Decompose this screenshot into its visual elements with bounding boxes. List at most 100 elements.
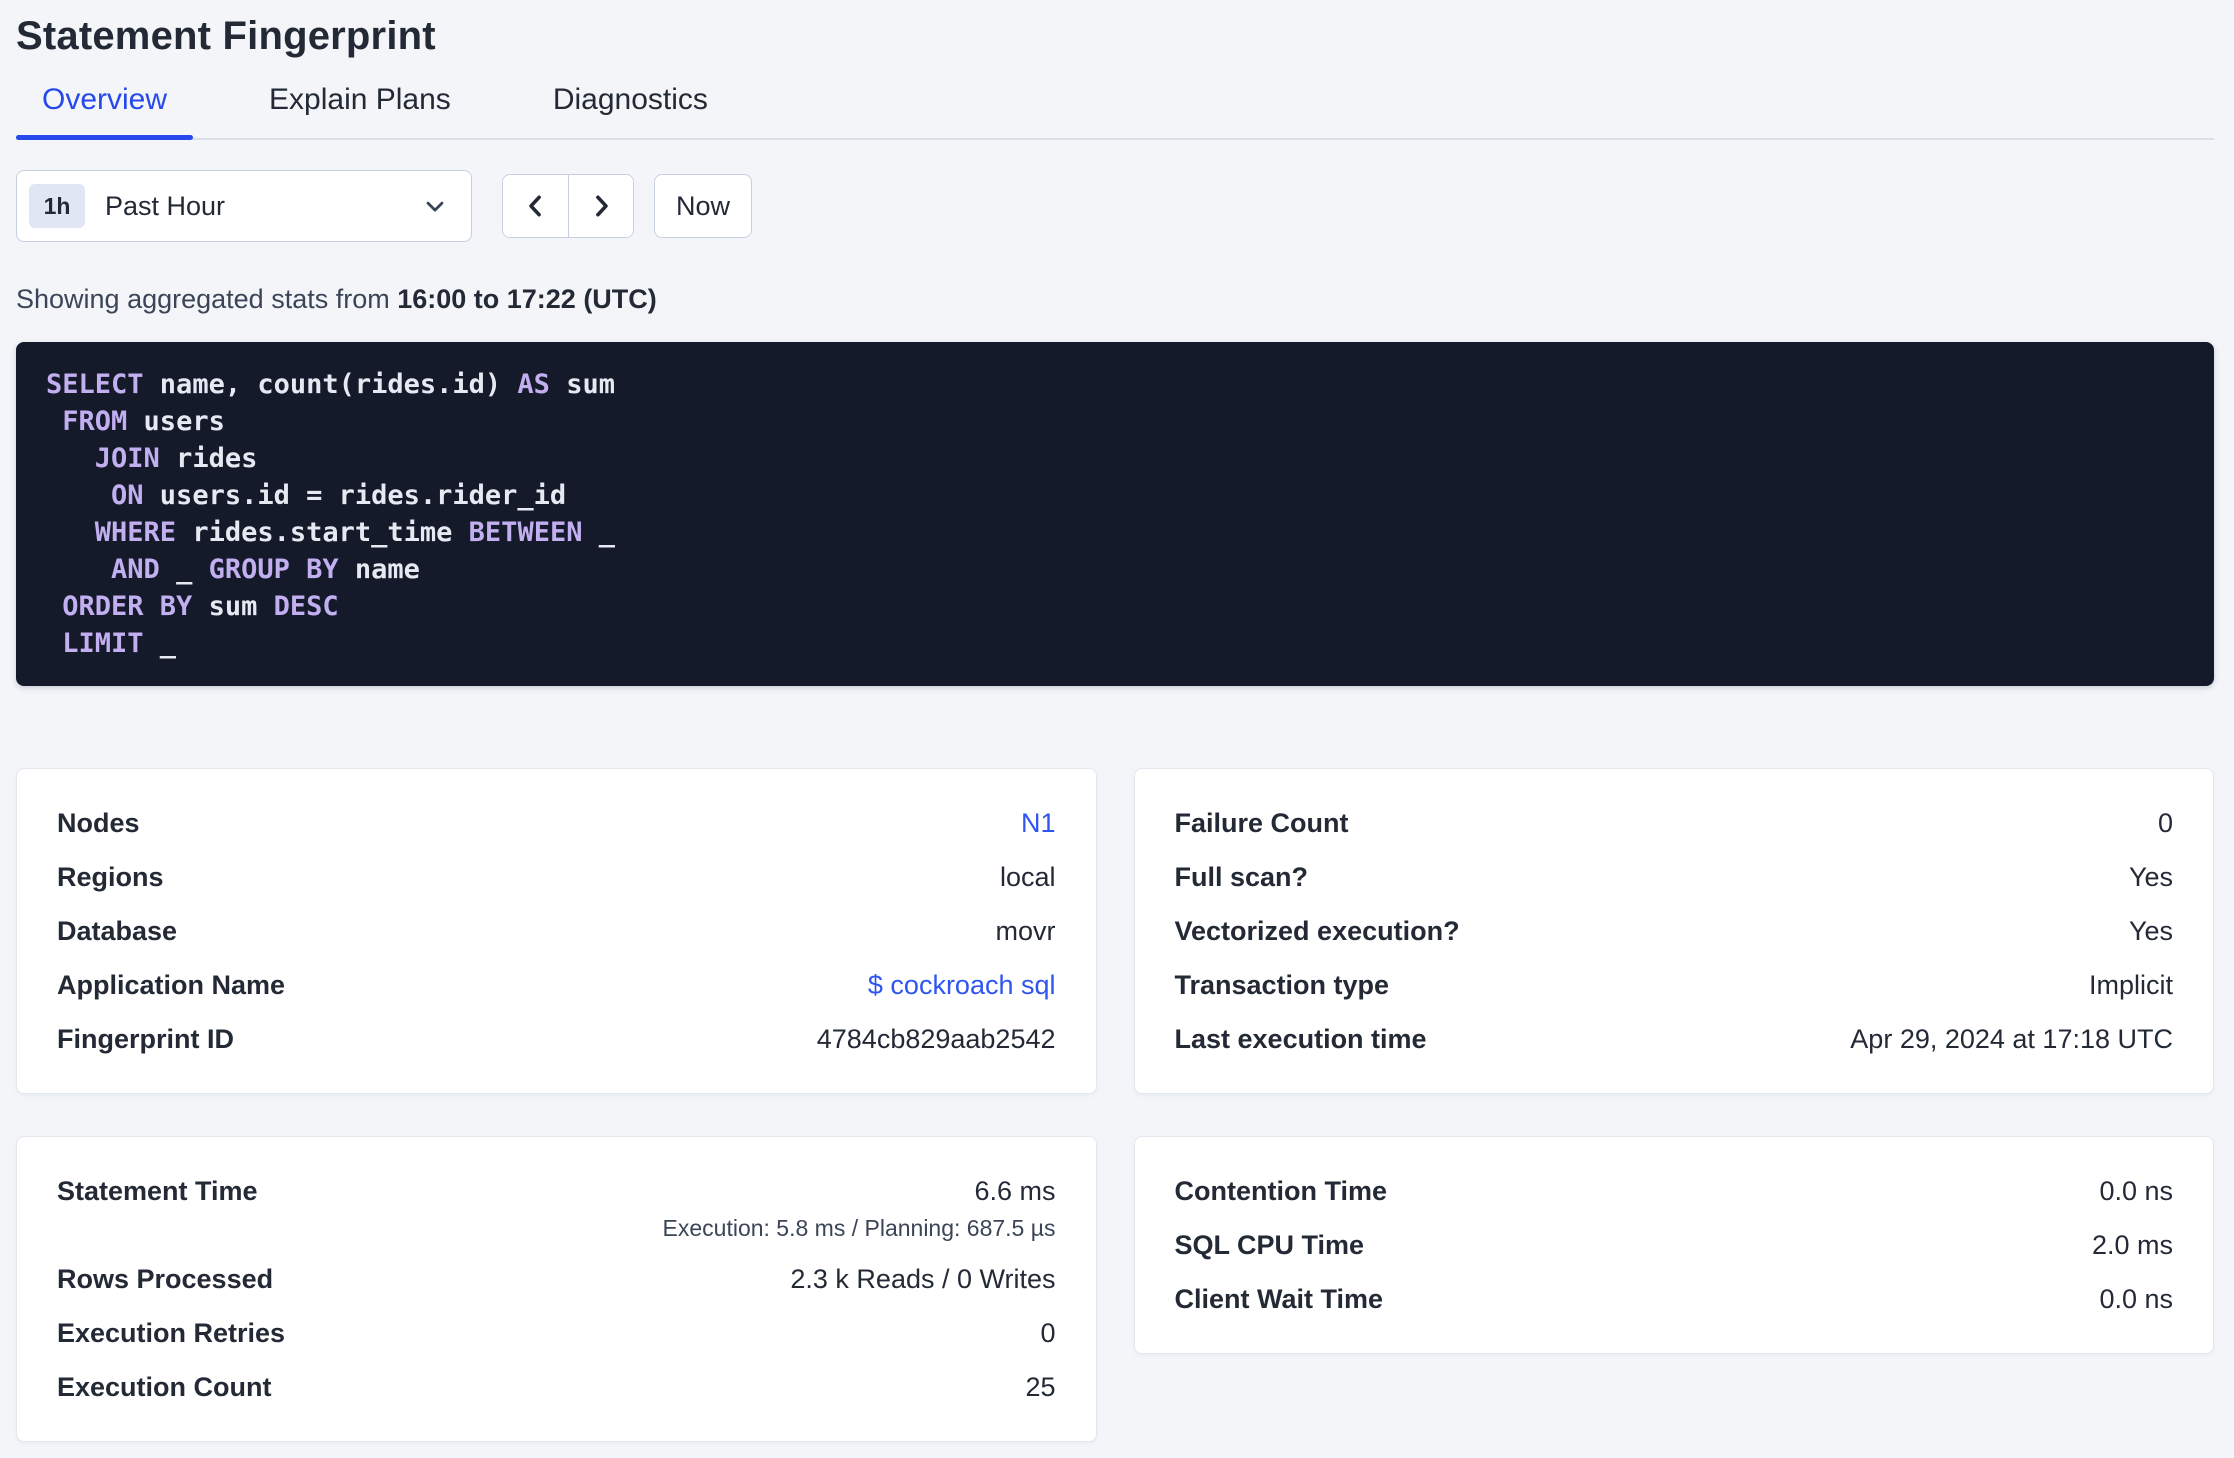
tab-explain-plans[interactable]: Explain Plans xyxy=(243,82,477,138)
stat-value: Yes xyxy=(2128,862,2173,892)
sql-code: SELECT name, count(rides.id) AS sum FROM… xyxy=(46,366,2184,662)
sql-line: SELECT name, count(rides.id) AS sum xyxy=(46,366,2184,403)
tab-overview[interactable]: Overview xyxy=(16,82,194,140)
stat-value: Apr 29, 2024 at 17:18 UTC xyxy=(1850,1024,2173,1054)
execution-attributes-card: Failure Count 0 Full scan? Yes Vectorized ex… xyxy=(1133,768,2214,1094)
sql-keyword: SELECT xyxy=(46,369,144,400)
stat-label: Nodes xyxy=(57,808,140,838)
stat-value: 0 xyxy=(2157,808,2173,838)
stat-label: Contention Time xyxy=(1174,1176,1388,1206)
stat-value-group: local xyxy=(1000,860,1056,894)
stat-label: Client Wait Time xyxy=(1174,1284,1384,1314)
statement-details-card: Nodes N1 Regions local Database movr Applicati… xyxy=(16,768,1097,1094)
stat-value-group: Yes xyxy=(2129,860,2173,894)
stat-label: Execution Retries xyxy=(57,1318,286,1348)
stat-value: local xyxy=(999,862,1056,892)
now-button[interactable]: Now xyxy=(654,174,753,238)
sql-line: JOIN rides xyxy=(46,440,2184,477)
stat-value-group: 0 xyxy=(1040,1316,1055,1350)
stat-row: Contention Time 0.0 ns xyxy=(1175,1164,2174,1218)
stat-value-group: 0 xyxy=(2158,806,2173,840)
stat-value: 2.3 k Reads / 0 Writes xyxy=(790,1264,1056,1294)
stat-value: 0.0 ns xyxy=(2099,1176,2173,1206)
stat-value: Implicit xyxy=(2088,970,2173,1000)
stat-label: Rows Processed xyxy=(57,1264,274,1294)
stat-row: Regions local xyxy=(57,850,1056,904)
chevron-down-icon xyxy=(421,192,449,220)
sql-keyword: FROM xyxy=(62,406,128,437)
sql-keyword: JOIN xyxy=(94,443,160,474)
sql-line: FROM users xyxy=(46,403,2184,440)
prev-time-window-button[interactable] xyxy=(503,175,568,237)
stat-value-group: Apr 29, 2024 at 17:18 UTC xyxy=(1850,1022,2173,1056)
stat-row: Fingerprint ID 4784cb829aab2542 xyxy=(57,1012,1056,1066)
stat-value: 0.0 ns xyxy=(2099,1284,2173,1314)
stat-value-group: 4784cb829aab2542 xyxy=(817,1022,1056,1056)
sql-keyword: AND xyxy=(111,554,160,585)
page-title: Statement Fingerprint xyxy=(16,14,436,58)
stat-row: Transaction type Implicit xyxy=(1175,958,2174,1012)
sql-text: users xyxy=(127,406,225,437)
stat-subvalue: Execution: 5.8 ms / Planning: 687.5 µs xyxy=(662,1215,1056,1241)
time-window-nav xyxy=(502,174,634,238)
sql-text: users.id = rides.rider_id xyxy=(143,480,567,511)
sql-keyword: LIMIT xyxy=(62,628,144,659)
stat-row: Statement Time 6.6 ms Execution: 5.8 ms / … xyxy=(57,1164,1056,1252)
sql-line: ORDER BY sum DESC xyxy=(46,588,2184,625)
sql-text: sum xyxy=(192,591,274,622)
chevron-right-icon xyxy=(586,191,616,221)
time-range-label: Past Hour xyxy=(105,190,226,221)
caption-prefix: Showing aggregated stats from xyxy=(16,284,398,314)
stat-value-link[interactable]: N1 xyxy=(1021,806,1056,840)
sql-keyword: ON xyxy=(111,480,144,511)
sql-keyword: WHERE xyxy=(94,517,177,548)
sql-statement-box: SELECT name, count(rides.id) AS sum FROM… xyxy=(16,342,2214,686)
stat-label: Database xyxy=(57,916,178,946)
stat-label: Transaction type xyxy=(1174,970,1390,1000)
stat-label: SQL CPU Time xyxy=(1174,1230,1365,1260)
stat-value-group: 0.0 ns xyxy=(2099,1174,2173,1208)
stat-row: Client Wait Time 0.0 ns xyxy=(1175,1272,2174,1326)
sql-text: sum xyxy=(549,369,615,400)
stat-row: Execution Count 25 xyxy=(57,1360,1056,1414)
stat-label: Failure Count xyxy=(1174,808,1349,838)
statement-times-card: Statement Time 6.6 ms Execution: 5.8 ms / … xyxy=(16,1136,1097,1442)
stat-value-link[interactable]: $ cockroach sql xyxy=(868,968,1056,1002)
stat-row: Execution Retries 0 xyxy=(57,1306,1056,1360)
sql-keyword: ORDER BY xyxy=(62,591,193,622)
stat-value-group: Yes xyxy=(2129,914,2173,948)
caption-time-range: 16:00 to 17:22 (UTC) xyxy=(397,284,657,314)
stat-row: Rows Processed 2.3 k Reads / 0 Writes xyxy=(57,1252,1056,1306)
time-range-selector[interactable]: 1h Past Hour xyxy=(16,170,472,242)
stat-label: Statement Time xyxy=(57,1176,258,1206)
stat-value-group: Implicit xyxy=(2089,968,2173,1002)
stat-value-group: N1 xyxy=(1021,806,1056,840)
sql-text: name xyxy=(338,554,420,585)
stat-row: SQL CPU Time 2.0 ms xyxy=(1175,1218,2174,1272)
sql-line: LIMIT _ xyxy=(46,625,2184,662)
sql-text: _ xyxy=(582,517,615,548)
sql-line: WHERE rides.start_time BETWEEN _ xyxy=(46,514,2184,551)
next-time-window-button[interactable] xyxy=(568,175,633,237)
stat-value: movr xyxy=(995,916,1056,946)
stat-row: Failure Count 0 xyxy=(1175,796,2174,850)
stat-value: 0 xyxy=(1040,1318,1056,1348)
stat-label: Application Name xyxy=(57,970,286,1000)
stat-value-group: 2.3 k Reads / 0 Writes xyxy=(790,1262,1055,1296)
stat-value-group: 0.0 ns xyxy=(2099,1282,2173,1316)
sql-text: _ xyxy=(159,554,209,585)
stat-row: Vectorized execution? Yes xyxy=(1175,904,2174,958)
stat-row: Last execution time Apr 29, 2024 at 17:18… xyxy=(1175,1012,2174,1066)
stat-row: Database movr xyxy=(57,904,1056,958)
statement-fingerprint-page: Statement Fingerprint Overview Explain Pl… xyxy=(0,0,2234,1458)
tab-diagnostics[interactable]: Diagnostics xyxy=(527,82,734,138)
stat-row: Nodes N1 xyxy=(57,796,1056,850)
sql-keyword: GROUP BY xyxy=(208,554,339,585)
sql-text: rides xyxy=(159,443,258,474)
